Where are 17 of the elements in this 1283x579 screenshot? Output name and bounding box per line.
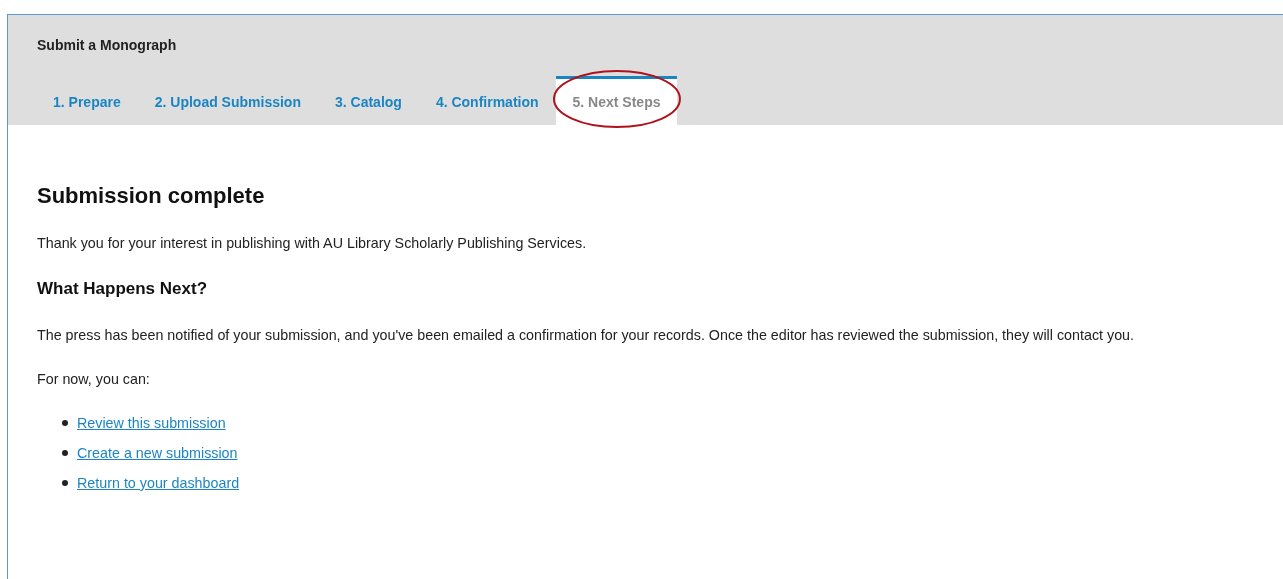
bullet-icon (62, 450, 68, 456)
page-title: Submit a Monograph (36, 36, 178, 55)
step-tab[interactable]: 4. Confirmation (418, 76, 556, 125)
bullet-icon (62, 480, 68, 486)
step-tab[interactable]: 2. Upload Submission (137, 76, 318, 125)
notice-text: The press has been notified of your submission, and you've been emailed a confirmation for your records. Once the editor has reviewed the submission, they will contact you. (37, 327, 1136, 343)
action-link[interactable]: Return to your dashboard (77, 475, 240, 491)
step-tab[interactable]: 3. Catalog (317, 76, 419, 125)
section-heading: Submission complete (37, 183, 266, 209)
action-link[interactable]: Review this submission (77, 415, 226, 431)
step-tab[interactable]: 1. Prepare (36, 76, 138, 125)
subsection-heading: What Happens Next? (37, 279, 209, 299)
step-tab[interactable]: 5. Next Steps (555, 76, 678, 125)
prompt-text: For now, you can: (37, 371, 151, 387)
action-link[interactable]: Create a new submission (77, 445, 238, 461)
intro-text: Thank you for your interest in publishing with AU Library Scholarly Publishing Services. (37, 235, 588, 251)
bullet-icon (62, 420, 68, 426)
